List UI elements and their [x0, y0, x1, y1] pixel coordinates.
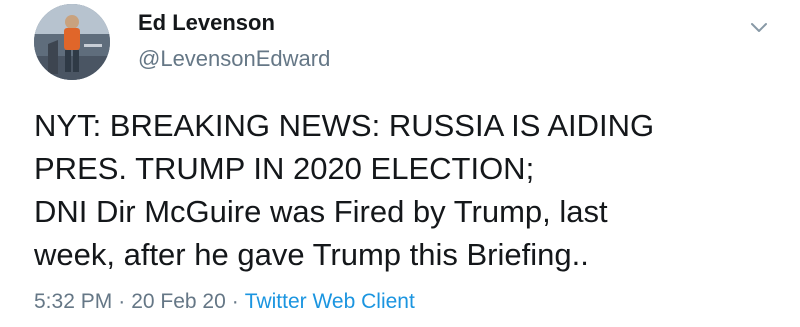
tweet-source-link[interactable]: Twitter Web Client: [245, 290, 415, 313]
tweet-text-line: NYT: BREAKING NEWS: RUSSIA IS AIDING: [34, 108, 655, 143]
tweet-time[interactable]: 5:32 PM: [34, 290, 112, 313]
chevron-down-icon[interactable]: [748, 16, 770, 38]
tweet-date[interactable]: 20 Feb 20: [131, 290, 226, 313]
author-display-name[interactable]: Ed Levenson: [138, 10, 275, 36]
avatar-photo: [34, 4, 110, 80]
meta-separator: ·: [118, 290, 126, 313]
meta-separator: ·: [231, 290, 239, 313]
tweet-text: NYT: BREAKING NEWS: RUSSIA IS AIDING PRE…: [34, 104, 774, 276]
tweet-metadata: 5:32 PM · 20 Feb 20 · Twitter Web Client: [34, 290, 415, 314]
tweet-text-line: PRES. TRUMP IN 2020 ELECTION;: [34, 151, 535, 186]
tweet-text-line: DNI Dir McGuire was Fired by Trump, last: [34, 194, 608, 229]
author-handle[interactable]: @LevensonEdward: [138, 46, 330, 72]
tweet-card: Ed Levenson @LevensonEdward NYT: BREAKIN…: [0, 0, 800, 327]
tweet-text-line: week, after he gave Trump this Briefing.…: [34, 237, 589, 272]
avatar[interactable]: [34, 4, 110, 80]
